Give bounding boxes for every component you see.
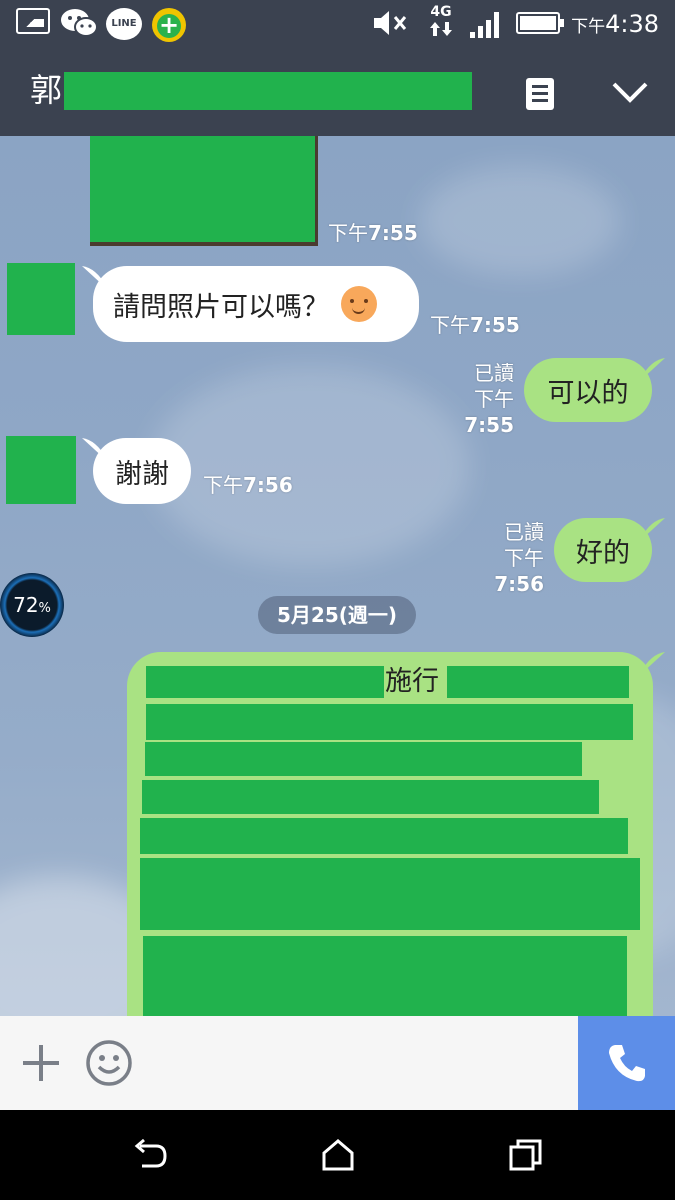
redacted-text <box>140 858 640 930</box>
back-icon[interactable] <box>132 1138 168 1172</box>
redacted-text <box>146 704 633 740</box>
message-text: 施行 <box>385 666 439 697</box>
redacted-text <box>146 666 384 698</box>
notes-icon[interactable] <box>524 76 556 112</box>
system-navigation-bar <box>0 1110 675 1200</box>
battery-icon <box>516 12 564 34</box>
redacted-contact-name <box>64 72 472 110</box>
battery-overlay-widget[interactable]: 72% <box>0 573 64 637</box>
redacted-text <box>145 742 582 776</box>
message-meta: 已讀 下午7:55 <box>428 360 514 438</box>
message-text: 謝謝 <box>115 458 169 490</box>
redacted-text <box>140 818 628 854</box>
recent-apps-icon[interactable] <box>508 1138 544 1172</box>
data-arrows-icon <box>430 22 452 36</box>
redacted-text <box>142 780 599 814</box>
redacted-photo-message[interactable] <box>90 136 318 246</box>
read-receipt: 已讀 <box>474 361 514 385</box>
message-input-bar <box>0 1016 675 1110</box>
message-time: 下午7:56 <box>203 473 293 497</box>
security-app-icon: + <box>152 8 186 42</box>
signal-strength-icon <box>470 12 499 38</box>
chat-title: 郭 <box>30 71 63 109</box>
gallery-notification-icon <box>16 8 50 34</box>
incoming-message-bubble[interactable]: 謝謝 <box>93 438 191 504</box>
contact-avatar[interactable] <box>6 436 76 504</box>
emoji-icon[interactable] <box>84 1038 134 1088</box>
message-meta: 已讀 下午7:56 <box>458 519 544 597</box>
home-icon[interactable] <box>320 1138 356 1172</box>
wechat-notification-icon <box>61 9 98 37</box>
bubble-tail <box>641 652 665 674</box>
bubble-tail <box>641 358 665 380</box>
line-notification-icon: LINE <box>106 8 142 40</box>
smiling-face-icon <box>341 286 377 322</box>
chevron-down-icon[interactable] <box>610 78 650 106</box>
clock: 下午4:38 <box>571 10 659 38</box>
message-text: 可以的 <box>547 377 629 409</box>
outgoing-message-bubble[interactable]: 可以的 <box>524 358 652 422</box>
message-time: 下午7:55 <box>328 221 418 245</box>
status-bar: LINE + 4G 下午4:38 <box>0 0 675 48</box>
message-text: 好的 <box>576 537 630 569</box>
contact-avatar[interactable] <box>7 263 75 335</box>
chat-header: 郭 <box>0 48 675 136</box>
redacted-text <box>447 666 629 698</box>
mute-icon <box>374 11 407 35</box>
outgoing-message-bubble[interactable]: 好的 <box>554 518 652 582</box>
read-receipt: 已讀 <box>504 520 544 544</box>
message-text: 請問照片可以嗎？ <box>113 291 329 323</box>
chat-area[interactable]: 下午7:55 請問照片可以嗎？ 下午7:55 已讀 下午7:55 可以的 謝謝 … <box>0 136 675 1016</box>
phone-icon <box>609 1045 645 1082</box>
date-separator: 5月25(週一) <box>258 596 416 634</box>
message-time: 下午7:55 <box>430 313 520 337</box>
plus-icon[interactable] <box>20 1042 62 1084</box>
network-type-indicator: 4G <box>424 4 458 44</box>
bubble-tail <box>641 518 665 540</box>
call-button[interactable] <box>578 1016 675 1110</box>
incoming-message-bubble[interactable]: 請問照片可以嗎？ <box>93 266 419 342</box>
redacted-text <box>143 936 627 1016</box>
